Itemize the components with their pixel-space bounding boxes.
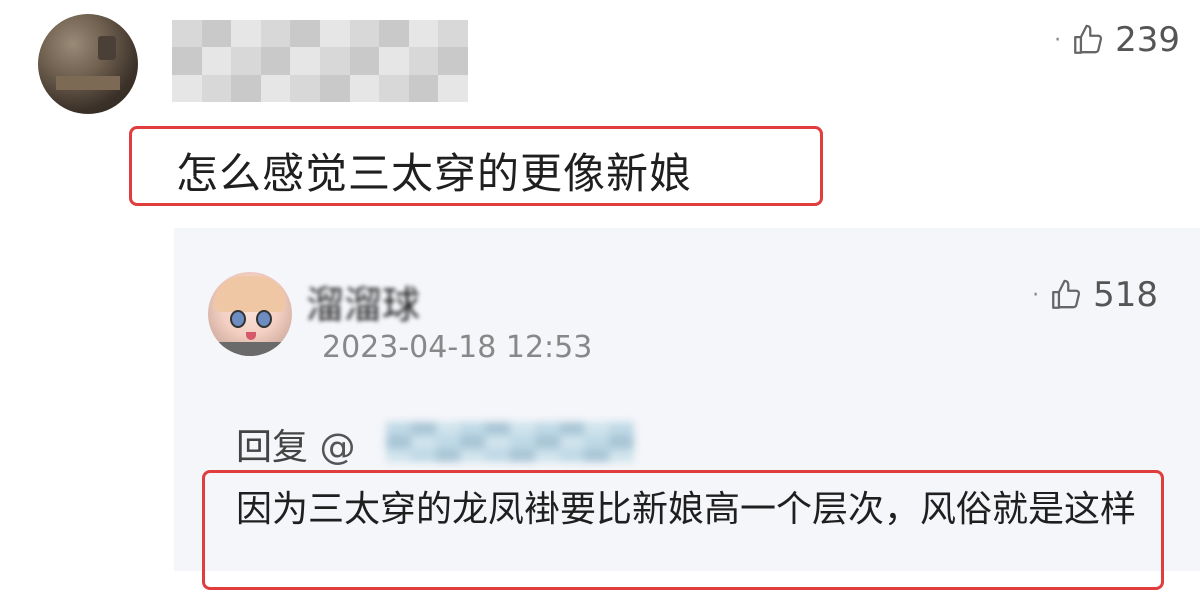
mosaic-cell bbox=[408, 74, 439, 102]
mosaic-cell bbox=[379, 20, 409, 48]
avatar-illustration-detail bbox=[214, 276, 286, 312]
avatar-illustration-detail bbox=[256, 310, 272, 328]
mosaic-cell bbox=[584, 448, 610, 462]
mosaic-cell bbox=[485, 435, 510, 449]
mosaic-cell bbox=[460, 448, 486, 462]
mosaic-cell bbox=[320, 74, 350, 102]
mosaic-cell bbox=[379, 47, 409, 75]
mosaic-cell bbox=[584, 422, 610, 436]
mosaic-cell bbox=[509, 422, 535, 436]
replier-avatar[interactable] bbox=[208, 272, 292, 356]
mosaic-cell bbox=[231, 47, 261, 75]
avatar-illustration-detail bbox=[246, 332, 256, 340]
like-button[interactable]: · 518 bbox=[1032, 275, 1158, 315]
like-count: 239 bbox=[1115, 20, 1180, 60]
mosaic-cell bbox=[559, 422, 585, 436]
mosaic-cell bbox=[534, 422, 560, 436]
mosaic-cell bbox=[559, 448, 585, 462]
mosaic-cell bbox=[609, 435, 634, 449]
mosaic-cell bbox=[408, 20, 439, 48]
mosaic-cell bbox=[534, 448, 560, 462]
mosaic-cell bbox=[260, 47, 291, 75]
mosaic-cell bbox=[386, 435, 411, 449]
reply-timestamp: 2023-04-18 12:53 bbox=[322, 330, 593, 365]
reply-to-label: 回复 @ bbox=[236, 418, 355, 470]
mosaic-cell bbox=[201, 47, 232, 75]
commenter-name-blurred bbox=[172, 20, 468, 102]
mosaic-cell bbox=[438, 74, 468, 102]
avatar-photo-detail bbox=[56, 76, 120, 90]
mosaic-cell bbox=[460, 422, 486, 436]
mosaic-cell bbox=[584, 435, 610, 449]
mosaic-cell bbox=[172, 74, 202, 102]
mosaic-cell bbox=[485, 422, 510, 436]
mosaic-cell bbox=[534, 435, 560, 449]
mosaic-cell bbox=[609, 422, 634, 436]
mosaic-cell bbox=[231, 20, 261, 48]
commenter-avatar[interactable] bbox=[38, 14, 138, 114]
mosaic-cell bbox=[485, 448, 510, 462]
avatar-illustration-detail bbox=[208, 342, 292, 356]
mosaic-cell bbox=[290, 74, 320, 102]
mosaic-cell bbox=[609, 448, 634, 462]
mosaic-cell bbox=[410, 422, 436, 436]
mosaic-cell bbox=[386, 422, 411, 436]
mosaic-cell bbox=[260, 74, 291, 102]
mosaic-cell bbox=[410, 448, 436, 462]
mosaic-cell bbox=[290, 20, 320, 48]
comment-text: 怎么感觉三太穿的更像新娘 bbox=[176, 149, 693, 198]
at-sign: @ bbox=[319, 427, 356, 468]
mosaic-cell bbox=[435, 448, 461, 462]
mosaic-cell bbox=[435, 435, 461, 449]
like-count: 518 bbox=[1093, 275, 1158, 315]
avatar-photo-detail bbox=[98, 36, 116, 60]
mosaic-cell bbox=[559, 435, 585, 449]
mosaic-cell bbox=[410, 435, 436, 449]
mosaic-cell bbox=[349, 47, 380, 75]
mosaic-cell bbox=[438, 47, 468, 75]
mentioned-handle-blurred[interactable] bbox=[386, 422, 634, 462]
mosaic-cell bbox=[349, 20, 380, 48]
mosaic-cell bbox=[349, 74, 380, 102]
avatar-illustration-detail bbox=[230, 310, 246, 328]
mosaic-cell bbox=[408, 47, 439, 75]
mosaic-cell bbox=[231, 74, 261, 102]
mosaic-cell bbox=[320, 20, 350, 48]
mosaic-cell bbox=[460, 435, 486, 449]
mosaic-cell bbox=[290, 47, 320, 75]
like-button[interactable]: · 239 bbox=[1054, 20, 1180, 60]
mosaic-cell bbox=[435, 422, 461, 436]
mosaic-cell bbox=[509, 435, 535, 449]
replier-name[interactable]: 溜溜球 bbox=[306, 274, 420, 329]
mosaic-cell bbox=[386, 448, 411, 462]
mosaic-cell bbox=[320, 47, 350, 75]
mosaic-cell bbox=[438, 20, 468, 48]
reply-text: 因为三太穿的龙凤褂要比新娘高一个层次，风俗就是这样 bbox=[236, 489, 1137, 530]
mosaic-cell bbox=[172, 47, 202, 75]
dot-menu-icon[interactable]: · bbox=[1054, 28, 1061, 53]
mosaic-cell bbox=[509, 448, 535, 462]
mosaic-cell bbox=[201, 74, 232, 102]
mosaic-cell bbox=[379, 74, 409, 102]
reply-label: 回复 bbox=[236, 427, 309, 468]
thumbs-up-icon bbox=[1052, 279, 1081, 309]
mosaic-cell bbox=[260, 20, 291, 48]
mosaic-cell bbox=[172, 20, 202, 48]
thumbs-up-icon bbox=[1074, 24, 1103, 54]
dot-menu-icon[interactable]: · bbox=[1032, 283, 1039, 308]
mosaic-cell bbox=[201, 20, 232, 48]
